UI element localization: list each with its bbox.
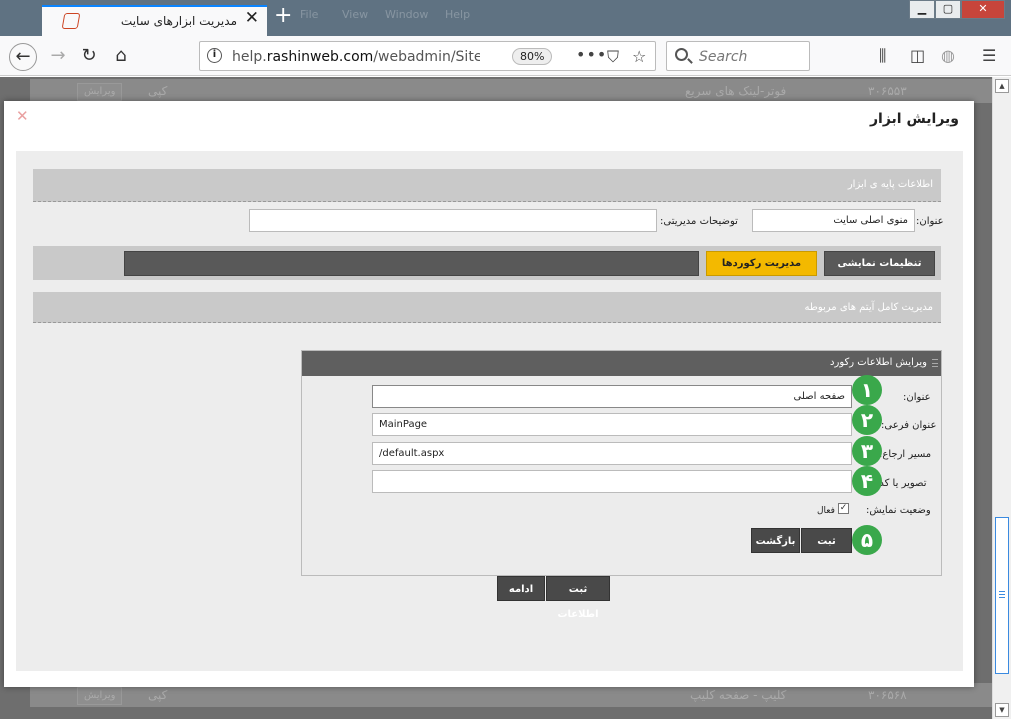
base-info-header: اطلاعات پایه ی ابزار <box>33 169 941 202</box>
admin-desc-input[interactable] <box>249 209 657 232</box>
menu-window: Window <box>385 8 429 21</box>
pocket-icon[interactable]: ⛉ <box>607 47 619 67</box>
close-tab-icon[interactable]: ✕ <box>245 10 259 27</box>
record-panel-header: ویرایش اطلاعات رکورد <box>302 351 941 376</box>
menu-help: Help <box>445 8 471 21</box>
page-scrollbar[interactable]: ▲ ▼ <box>992 77 1011 719</box>
gadget-title-input[interactable]: منوی اصلی سایت <box>752 209 915 232</box>
step-badge: ۳ <box>852 436 882 466</box>
menu-view: View <box>342 8 369 21</box>
browser-toolbar: ← → ↻ ⌂ i help.rashinweb.com/webadmin/Si… <box>0 36 1011 76</box>
status-label: وضعیت نمایش: <box>866 505 931 516</box>
globe-icon[interactable]: ◍ <box>941 46 955 65</box>
record-route-input[interactable]: /default.aspx <box>372 442 852 465</box>
reload-button[interactable]: ↻ <box>75 43 103 71</box>
record-back-button[interactable]: بازگشت <box>751 528 800 553</box>
new-tab-button[interactable]: + <box>274 5 292 27</box>
record-edit-panel: ویرایش اطلاعات رکورد عنوان: صفحه اصلی ۱ … <box>301 350 942 576</box>
back-button[interactable]: ← <box>9 43 37 71</box>
sidebar-icon[interactable]: ◫ <box>910 46 925 65</box>
browser-tab[interactable]: مدیریت ابزارهای سایت ✕ <box>42 5 267 36</box>
status-checkbox[interactable]: ✓ <box>838 503 849 514</box>
step-badge: ۲ <box>852 405 882 435</box>
tab-title: مدیریت ابزارهای سایت <box>120 14 237 28</box>
url-text[interactable]: help.rashinweb.com/webadmin/Site_gad <box>232 49 480 65</box>
url-bar[interactable]: i help.rashinweb.com/webadmin/Site_gad 8… <box>199 41 656 71</box>
field-label-subtitle: عنوان فرعی: <box>881 420 937 431</box>
search-input[interactable]: Search <box>666 41 810 71</box>
settings-tabs: تنظیمات نمایشی مدیریت رکوردها <box>33 246 941 280</box>
edit-gadget-modal: ویرایش ابزار ✕ اطلاعات پایه ی ابزار عنوا… <box>4 101 974 687</box>
tab-display-settings[interactable]: تنظیمات نمایشی <box>824 251 935 276</box>
maximize-button[interactable]: ▢ <box>935 0 961 19</box>
tab-records[interactable]: مدیریت رکوردها <box>706 251 817 276</box>
home-button[interactable]: ⌂ <box>107 43 135 71</box>
more-actions-icon[interactable]: ••• <box>576 45 607 64</box>
save-info-button[interactable]: ثبت اطلاعات <box>546 576 610 620</box>
browser-titlebar: مدیریت ابزارهای سایت ✕ + File View Windo… <box>0 0 1011 36</box>
continue-button[interactable]: ادامه <box>497 576 545 601</box>
table-row: ۳۰۶۵۵۳ فوتر-لینک های سریع کپی ویرایش <box>30 79 992 103</box>
field-label-route: مسیر ارجاع: <box>879 449 932 460</box>
menu-file: File <box>300 8 319 21</box>
tab-bar-filler <box>124 251 699 276</box>
scroll-down-icon[interactable]: ▼ <box>995 703 1009 717</box>
step-badge: ۴ <box>852 466 882 496</box>
scrollbar-thumb[interactable] <box>995 517 1009 674</box>
library-icon[interactable]: ⫼ <box>879 46 886 66</box>
status-checkbox-label: فعال <box>817 506 835 516</box>
scroll-up-icon[interactable]: ▲ <box>995 79 1009 93</box>
record-image-input[interactable] <box>372 470 852 493</box>
field-label-title: عنوان: <box>903 392 931 403</box>
drag-handle-icon[interactable] <box>932 359 938 367</box>
record-submit-button[interactable]: ثبت <box>801 528 852 553</box>
bookmark-star-icon[interactable]: ☆ <box>632 47 646 66</box>
forward-button[interactable]: → <box>44 43 72 71</box>
record-subtitle-input[interactable]: MainPage <box>372 413 852 436</box>
search-icon <box>675 48 688 61</box>
title-label: عنوان: <box>916 216 944 227</box>
minimize-button[interactable]: ▁ <box>909 0 935 19</box>
search-placeholder: Search <box>699 49 748 65</box>
field-label-image: تصویر یا کد: <box>876 478 927 489</box>
zoom-level[interactable]: 80% <box>512 48 553 65</box>
info-icon[interactable]: i <box>207 48 222 63</box>
modal-title: ویرایش ابزار <box>869 111 959 127</box>
modal-body: اطلاعات پایه ی ابزار عنوان: منوی اصلی سا… <box>16 151 963 671</box>
record-title-input[interactable]: صفحه اصلی <box>372 385 852 408</box>
window-close-button[interactable]: ✕ <box>961 0 1005 19</box>
hamburger-menu-icon[interactable]: ☰ <box>982 46 996 65</box>
admin-desc-label: توضیحات مدیریتی: <box>660 216 738 227</box>
grip-icon <box>999 591 1005 598</box>
items-management-header: مدیریت کامل آیتم های مربوطه <box>33 292 941 323</box>
site-favicon-icon <box>61 13 81 29</box>
close-icon[interactable]: ✕ <box>16 107 29 125</box>
step-badge: ۵ <box>852 525 882 555</box>
step-badge: ۱ <box>852 375 882 405</box>
